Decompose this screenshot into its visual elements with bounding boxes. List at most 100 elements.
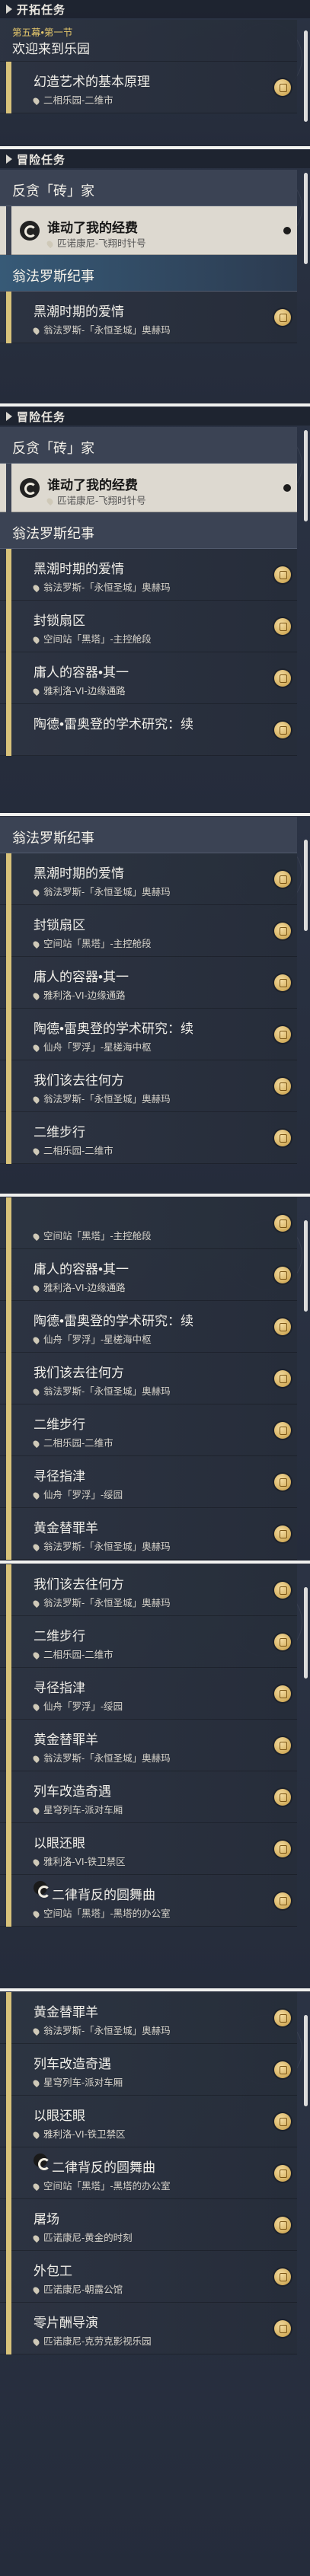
reward-badge-icon[interactable] [274,2268,291,2285]
quest-item[interactable]: 谁动了我的经费 匹诺康尼-飞翔时针号 [0,206,297,255]
scrollbar[interactable] [304,2015,308,2106]
reward-badge-icon[interactable] [274,2061,291,2078]
quest-group-header[interactable]: 反贪「砖」家 [0,427,297,464]
reward-badge-icon[interactable] [274,871,291,888]
quest-item[interactable]: 二维步行 二相乐园-二维市 [0,1112,297,1164]
reward-badge-icon[interactable] [274,1267,291,1283]
reward-badge-icon[interactable] [274,670,291,687]
quest-group-header[interactable]: 翁法罗斯纪事 [0,255,297,292]
scrollbar[interactable] [304,173,308,264]
reward-badge-icon[interactable] [274,1737,291,1754]
quest-title: 二律背反的圆舞曲 [52,2160,155,2175]
quest-item[interactable]: 封锁扇区 空间站「黑塔」-主控舱段 [0,601,297,652]
quest-item[interactable]: 二律背反的圆舞曲 空间站「黑塔」-黑塔的办公室 [0,2147,297,2199]
reward-badge-icon[interactable] [274,1841,291,1857]
reward-badge-icon[interactable] [274,1026,291,1043]
quest-item[interactable]: 外包工 匹诺康尼-朝露公馆 [0,2251,297,2303]
scrollbar[interactable] [304,1220,308,1312]
quest-item[interactable]: 二维步行 二相乐园-二维市 [0,1616,297,1668]
reward-badge-icon[interactable] [274,974,291,991]
reward-badge-icon[interactable] [274,79,291,96]
reward-badge-icon[interactable] [274,1422,291,1439]
quest-title: 陶德•雷奥登的学术研究：续 [34,717,193,732]
quest-location-text: 翁法罗斯-「永恒圣城」奥赫玛 [43,582,171,593]
quest-item[interactable]: 陶德•雷奥登的学术研究：续 [0,704,297,756]
reward-badge-icon[interactable] [274,1474,291,1490]
quest-panel: 开拓任务第五幕•第一节 欢迎来到乐园 幻造艺术的基本原理 二相乐园-二维市 [0,0,310,146]
quest-location: 仙舟「罗浮」-星槎海中枢 [31,1331,152,1346]
quest-item[interactable]: 陶德•雷奥登的学术研究：续 仙舟「罗浮」-星槎海中枢 [0,1301,297,1353]
reward-badge-icon[interactable] [274,1789,291,1806]
quest-item[interactable]: 黄金替罪羊 翁法罗斯-「永恒圣城」奥赫玛 [0,1992,297,2044]
quest-item[interactable]: 黄金替罪羊 翁法罗斯-「永恒圣城」奥赫玛 [0,1508,297,1560]
quest-item[interactable]: 二律背反的圆舞曲 空间站「黑塔」-黑塔的办公室 [0,1875,297,1927]
reward-badge-icon[interactable] [274,1526,291,1542]
tracking-close-icon[interactable] [283,484,291,492]
section-header[interactable]: 冒险任务 [0,150,310,168]
quest-item[interactable]: 谁动了我的经费 匹诺康尼-飞翔时针号 [0,464,297,512]
quest-location-text: 仙舟「罗浮」-绥园 [43,1490,123,1500]
quest-item[interactable]: 幻造艺术的基本原理 二相乐园-二维市 [0,62,297,113]
quest-item[interactable]: 零片酬导演 匹诺康尼-克劳克影视乐园 [0,2303,297,2354]
quest-indicator [6,1720,11,1771]
quest-location-text: 匹诺康尼-飞翔时针号 [57,496,146,506]
quest-type-icon [34,2154,50,2170]
reward-badge-icon[interactable] [274,566,291,583]
reward-badge-icon[interactable] [274,309,291,326]
quest-location: 匹诺康尼-黄金的时刻 [31,2230,133,2244]
scrollbar[interactable] [304,1587,308,1679]
section-header[interactable]: 开拓任务 [0,0,310,18]
quest-title: 二维步行 [34,1125,85,1140]
reward-badge-icon[interactable] [274,923,291,939]
quest-item[interactable]: 黑潮时期的爱情 翁法罗斯-「永恒圣城」奥赫玛 [0,549,297,601]
quest-item[interactable]: 庸人的容器•其一 雅利洛-VI-边缘通路 [0,652,297,704]
quest-item[interactable]: 屠场 匹诺康尼-黄金的时刻 [0,2199,297,2251]
reward-badge-icon[interactable] [274,2320,291,2337]
quest-item[interactable]: 黑潮时期的爱情 翁法罗斯-「永恒圣城」奥赫玛 [0,853,297,905]
quest-item[interactable]: 列车改造奇遇 星穹列车-派对车厢 [0,2044,297,2096]
quest-group-header[interactable]: 翁法罗斯纪事 [0,512,297,549]
reward-badge-icon[interactable] [274,1078,291,1095]
reward-badge-icon[interactable] [274,1582,291,1599]
quest-item[interactable]: 以眼还眼 雅利洛-VI-铁卫禁区 [0,2096,297,2147]
quest-item[interactable]: 黑潮时期的爱情 翁法罗斯-「永恒圣城」奥赫玛 [0,292,297,343]
scrollbar[interactable] [304,430,308,521]
quest-item[interactable]: 我们该去往何方 翁法罗斯-「永恒圣城」奥赫玛 [0,1353,297,1404]
quest-item[interactable]: 我们该去往何方 翁法罗斯-「永恒圣城」奥赫玛 [0,1564,297,1616]
quest-group-title: 反贪「砖」家 [12,183,94,199]
quest-group-header[interactable]: 反贪「砖」家 [0,170,297,206]
reward-badge-icon[interactable] [274,2165,291,2182]
quest-item[interactable]: 庸人的容器•其一 雅利洛-VI-边缘通路 [0,1249,297,1301]
reward-badge-icon[interactable] [274,722,291,738]
reward-badge-icon[interactable] [274,1892,291,1909]
quest-item[interactable]: 庸人的容器•其一 雅利洛-VI-边缘通路 [0,957,297,1009]
quest-item[interactable]: 黄金替罪羊 翁法罗斯-「永恒圣城」奥赫玛 [0,1720,297,1771]
reward-badge-icon[interactable] [274,2113,291,2130]
quest-item[interactable]: 第五幕•第一节 欢迎来到乐园 [0,20,297,62]
quest-location: 空间站「黑塔」-主控舱段 [31,1228,152,1242]
quest-item[interactable]: 封锁扇区 空间站「黑塔」-主控舱段 [0,905,297,957]
tracking-close-icon[interactable] [283,227,291,234]
reward-badge-icon[interactable] [274,1685,291,1702]
quest-item[interactable]: 陶德•雷奥登的学术研究：续 仙舟「罗浮」-星槎海中枢 [0,1009,297,1060]
reward-badge-icon[interactable] [274,1370,291,1387]
quest-item[interactable]: 我们该去往何方 翁法罗斯-「永恒圣城」奥赫玛 [0,1060,297,1112]
quest-item[interactable]: 列车改造奇遇 星穹列车-派对车厢 [0,1771,297,1823]
quest-item[interactable]: 空间站「黑塔」-主控舱段 [0,1197,297,1249]
reward-badge-icon[interactable] [274,1130,291,1146]
section-header[interactable]: 冒险任务 [0,407,310,426]
reward-badge-icon[interactable] [274,2217,291,2233]
reward-badge-icon[interactable] [274,1634,291,1650]
scrollbar[interactable] [304,840,308,931]
reward-badge-icon[interactable] [274,1318,291,1335]
reward-badge-icon[interactable] [274,618,291,635]
reward-badge-icon[interactable] [274,2010,291,2026]
quest-item[interactable]: 寻径指津 仙舟「罗浮」-绥园 [0,1668,297,1720]
reward-badge-icon[interactable] [274,1215,291,1232]
quest-indicator [6,1301,11,1353]
quest-item[interactable]: 寻径指津 仙舟「罗浮」-绥园 [0,1456,297,1508]
scrollbar[interactable] [304,30,308,122]
quest-item[interactable]: 以眼还眼 雅利洛-VI-铁卫禁区 [0,1823,297,1875]
quest-item[interactable]: 二维步行 二相乐园-二维市 [0,1404,297,1456]
quest-group-header[interactable]: 翁法罗斯纪事 [0,817,297,853]
